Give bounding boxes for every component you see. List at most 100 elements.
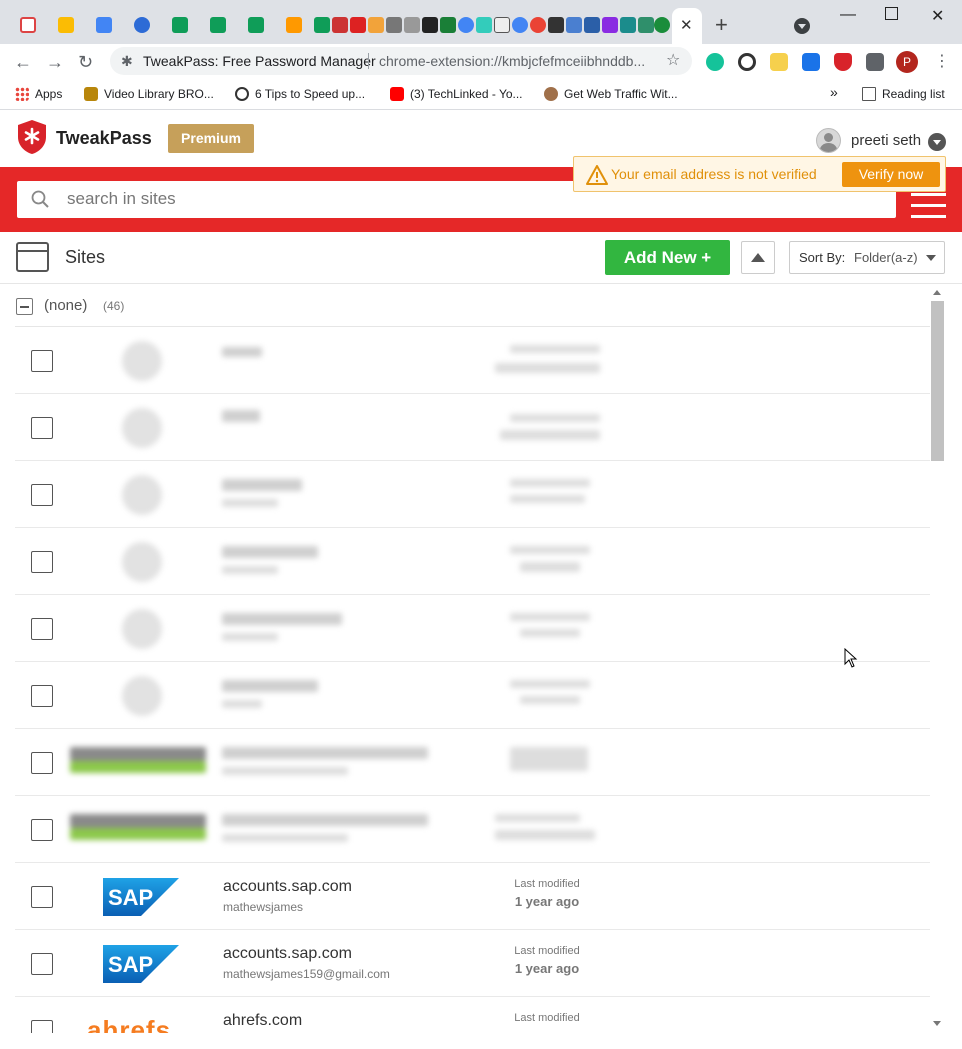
user-name[interactable]: preeti seth xyxy=(851,132,921,149)
tweakpass-logo-icon[interactable] xyxy=(16,119,48,155)
sort-dropdown[interactable]: Sort By: Folder(a-z) xyxy=(789,241,945,274)
site-tab-icon[interactable] xyxy=(548,17,564,33)
site-tab-icon[interactable] xyxy=(654,17,670,33)
site-tab-icon[interactable] xyxy=(566,17,582,33)
profile-avatar[interactable]: P xyxy=(896,51,918,73)
extensions-puzzle-icon[interactable] xyxy=(866,53,884,71)
sheets-tab-icon[interactable] xyxy=(314,17,330,33)
drive-tab-icon[interactable] xyxy=(58,17,74,33)
tweakpass-extension-icon[interactable] xyxy=(834,53,852,71)
amazon-tab-icon[interactable] xyxy=(286,17,302,33)
table-row[interactable] xyxy=(15,729,930,796)
extension-icon[interactable] xyxy=(738,53,756,71)
table-row[interactable] xyxy=(15,662,930,729)
sheets-tab-icon[interactable] xyxy=(172,17,188,33)
wikipedia-tab-icon[interactable] xyxy=(494,17,510,33)
table-row[interactable] xyxy=(15,461,930,528)
extension-icon[interactable] xyxy=(802,53,820,71)
active-tab[interactable]: ✕ xyxy=(672,8,702,44)
google-tab-icon[interactable] xyxy=(512,17,528,33)
add-new-button[interactable]: Add New + xyxy=(605,240,730,275)
bookmark-techlinked[interactable]: (3) TechLinked - Yo... xyxy=(390,86,523,102)
verify-now-button[interactable]: Verify now xyxy=(842,162,940,187)
reload-icon[interactable]: ↻ xyxy=(78,52,93,73)
page-title: TweakPass: Free Password Manager xyxy=(143,53,376,69)
scroll-down-arrow-icon[interactable] xyxy=(933,1021,941,1026)
site-tab-icon[interactable] xyxy=(404,17,420,33)
bookmark-video-library[interactable]: Video Library BRO... xyxy=(84,86,214,102)
site-tab-icon[interactable] xyxy=(476,17,492,33)
forward-icon[interactable]: → xyxy=(46,52,64,73)
bookmark-apps[interactable]: Apps xyxy=(15,86,62,102)
row-checkbox[interactable] xyxy=(31,886,53,908)
premium-button[interactable]: Premium xyxy=(168,124,254,153)
browser-menu-icon[interactable]: ⋮ xyxy=(934,51,950,73)
site-tab-icon[interactable] xyxy=(368,17,384,33)
sheets-tab-icon[interactable] xyxy=(210,17,226,33)
new-tab-icon[interactable]: + xyxy=(715,14,728,36)
ads-tab-icon[interactable] xyxy=(96,17,112,33)
more-bookmarks-icon[interactable]: » xyxy=(830,84,838,100)
grammarly-icon[interactable] xyxy=(706,53,724,71)
gmail-tab-icon[interactable] xyxy=(20,17,36,33)
bookmark-speed-tips[interactable]: 6 Tips to Speed up... xyxy=(235,86,365,102)
reading-list[interactable]: Reading list xyxy=(862,86,945,102)
table-row[interactable] xyxy=(15,796,930,863)
sap-logo-icon: SAP xyxy=(103,945,179,983)
row-checkbox[interactable] xyxy=(31,685,53,707)
row-checkbox[interactable] xyxy=(31,551,53,573)
row-checkbox[interactable] xyxy=(31,618,53,640)
hamburger-menu-icon[interactable] xyxy=(911,193,946,219)
site-name[interactable]: accounts.sap.com xyxy=(223,945,352,963)
row-checkbox[interactable] xyxy=(31,350,53,372)
address-bar[interactable]: ✱ TweakPass: Free Password Manager chrom… xyxy=(110,47,692,75)
folder-header[interactable]: (none) (46) xyxy=(15,285,930,327)
bookmark-star-icon[interactable]: ☆ xyxy=(666,47,680,75)
sites-title: Sites xyxy=(65,247,106,267)
row-checkbox[interactable] xyxy=(31,752,53,774)
row-checkbox[interactable] xyxy=(31,417,53,439)
site-tab-icon[interactable] xyxy=(386,17,402,33)
row-checkbox[interactable] xyxy=(31,819,53,841)
site-tab-icon[interactable] xyxy=(422,17,438,33)
table-row[interactable] xyxy=(15,327,930,394)
row-checkbox[interactable] xyxy=(31,953,53,975)
tab-search-icon[interactable] xyxy=(794,18,810,34)
extension-icon: ✱ xyxy=(121,53,133,69)
close-window-icon[interactable]: ✕ xyxy=(931,6,944,26)
table-row[interactable]: SAP accounts.sap.com mathewsjames159@gma… xyxy=(15,930,930,997)
site-tab-icon[interactable] xyxy=(638,17,654,33)
site-tab-icon[interactable] xyxy=(620,17,636,33)
user-menu-chevron-icon[interactable] xyxy=(928,133,946,151)
user-avatar-icon[interactable] xyxy=(816,128,841,153)
bookmark-web-traffic[interactable]: Get Web Traffic Wit... xyxy=(544,86,678,102)
extension-icon[interactable] xyxy=(770,53,788,71)
row-checkbox[interactable] xyxy=(31,1020,53,1033)
folder-collapse-icon[interactable] xyxy=(16,298,33,315)
scrollbar-thumb[interactable] xyxy=(931,301,944,461)
site-tab-icon[interactable] xyxy=(332,17,348,33)
site-name[interactable]: ahrefs.com xyxy=(223,1012,302,1030)
table-row[interactable] xyxy=(15,394,930,461)
google-tab-icon[interactable] xyxy=(530,17,546,33)
tab-close-icon[interactable]: ✕ xyxy=(680,16,693,34)
back-icon[interactable]: ← xyxy=(14,52,32,73)
site-tab-icon[interactable] xyxy=(134,17,150,33)
table-row[interactable]: SAP accounts.sap.com mathewsjames Last m… xyxy=(15,863,930,930)
google-tab-icon[interactable] xyxy=(458,17,474,33)
scroll-up-arrow-icon[interactable] xyxy=(933,290,941,295)
minimize-icon[interactable]: — xyxy=(840,6,856,24)
sheets-tab-icon[interactable] xyxy=(248,17,264,33)
table-row[interactable] xyxy=(15,528,930,595)
maximize-icon[interactable] xyxy=(885,7,898,20)
site-name[interactable]: accounts.sap.com xyxy=(223,878,352,896)
site-tab-icon[interactable] xyxy=(440,17,456,33)
site-tab-icon[interactable] xyxy=(584,17,600,33)
row-checkbox[interactable] xyxy=(31,484,53,506)
table-row[interactable] xyxy=(15,595,930,662)
table-row[interactable]: ahrefs ahrefs.com Last modified xyxy=(15,997,930,1033)
sites-browser-icon xyxy=(16,242,49,272)
collapse-up-icon[interactable] xyxy=(741,241,775,274)
site-tab-icon[interactable] xyxy=(350,17,366,33)
site-tab-icon[interactable] xyxy=(602,17,618,33)
